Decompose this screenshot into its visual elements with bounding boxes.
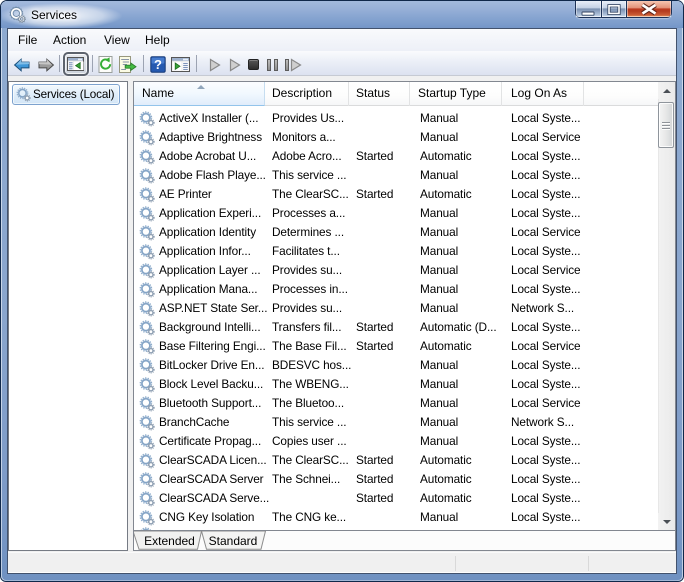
svg-text:?: ? [154, 57, 162, 72]
svg-text:Standard: Standard [209, 534, 258, 548]
svg-text:Extended: Extended [144, 534, 195, 548]
